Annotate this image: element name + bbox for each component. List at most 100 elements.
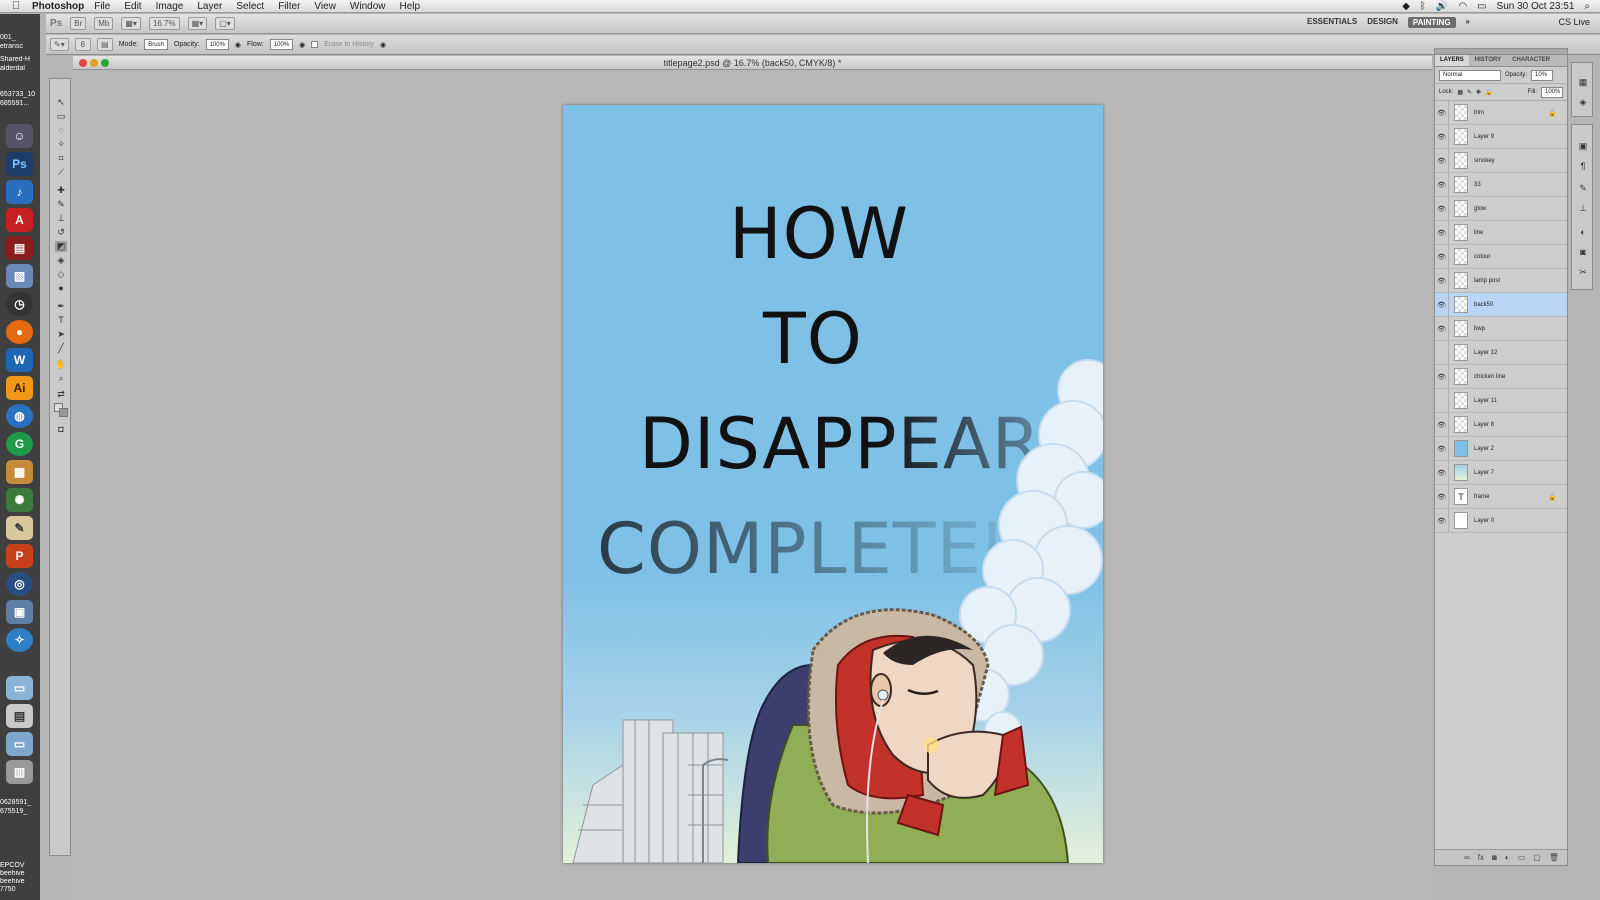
desktop-file-label[interactable]: 685591...: [0, 100, 40, 108]
photoshop-dock-icon[interactable]: Ps: [6, 152, 33, 176]
zoom-level-select[interactable]: 16.7%: [148, 17, 180, 30]
layer-name[interactable]: Layer 12: [1474, 350, 1497, 356]
documents-folder-icon[interactable]: ▭: [6, 732, 33, 756]
desktop-file-label[interactable]: 675519_: [0, 808, 40, 816]
minimize-window-icon[interactable]: [90, 59, 98, 67]
brush-size-picker[interactable]: 6: [74, 38, 91, 51]
desktop-file-label[interactable]: etransc: [0, 43, 40, 51]
menu-file[interactable]: File: [94, 1, 110, 12]
masks-panel-icon[interactable]: ◙: [1577, 247, 1589, 258]
word-icon[interactable]: W: [6, 348, 33, 372]
desktop-file-label[interactable]: 7750: [0, 886, 40, 894]
paragraph-panel-icon[interactable]: ¶: [1577, 161, 1589, 172]
sync-app-icon[interactable]: ◎: [6, 572, 33, 596]
menu-view[interactable]: View: [314, 1, 336, 12]
menu-filter[interactable]: Filter: [278, 1, 300, 12]
layer-row[interactable]: 👁 Layer 7: [1435, 460, 1567, 485]
layer-name[interactable]: trim: [1474, 110, 1484, 116]
workspace-essentials[interactable]: ESSENTIALS: [1307, 17, 1357, 28]
adjustment-layer-icon[interactable]: ◐: [1505, 853, 1510, 862]
link-layers-icon[interactable]: ∞: [1464, 853, 1470, 862]
new-layer-icon[interactable]: ▢: [1533, 853, 1541, 862]
menu-select[interactable]: Select: [236, 1, 264, 12]
layer-row[interactable]: 👁 trim 🔒: [1435, 100, 1567, 125]
layer-row[interactable]: 👁 bwp: [1435, 316, 1567, 341]
swatches-panel-icon[interactable]: ▣: [1577, 141, 1589, 152]
move-tool-icon[interactable]: ↖: [55, 97, 67, 108]
eye-icon[interactable]: 👁: [1435, 436, 1449, 461]
zoom-window-icon[interactable]: [101, 59, 109, 67]
desktop-file-label[interactable]: beehive: [0, 870, 40, 878]
bridge-button[interactable]: Br: [70, 17, 87, 30]
layer-row[interactable]: 👁 smokey: [1435, 148, 1567, 173]
document-title-bar[interactable]: titlepage2.psd @ 16.7% (back50, CMYK/8) …: [73, 56, 1432, 70]
layer-row[interactable]: 👁 line: [1435, 220, 1567, 245]
desktop-file-label[interactable]: 0628591_: [0, 799, 40, 807]
flow-input[interactable]: 100%: [269, 39, 294, 50]
erase-to-history-checkbox[interactable]: [311, 41, 319, 48]
bluetooth-icon[interactable]: ᛒ: [1420, 1, 1426, 12]
color-panel-icon[interactable]: ◈: [1577, 97, 1589, 108]
battery-icon[interactable]: ▭: [1477, 1, 1486, 12]
layer-row[interactable]: 👁 glow: [1435, 196, 1567, 221]
screen-mode-button[interactable]: ▢▾: [215, 17, 235, 30]
spotlight-icon[interactable]: ⌕: [1584, 1, 1590, 12]
layer-row[interactable]: 👁 Layer 9: [1435, 124, 1567, 149]
eye-hidden-icon[interactable]: [1435, 340, 1449, 365]
eye-icon[interactable]: 👁: [1435, 244, 1449, 269]
lock-pixels-icon[interactable]: ✎: [1467, 89, 1472, 96]
layer-name[interactable]: Layer 9: [1474, 134, 1494, 140]
iphoto-icon[interactable]: ▣: [6, 600, 33, 624]
layer-row[interactable]: 👁 chicken line: [1435, 364, 1567, 389]
layer-name[interactable]: lamp post: [1474, 278, 1500, 284]
fill-input[interactable]: 100%: [1541, 86, 1563, 98]
browser-icon[interactable]: ◍: [6, 404, 33, 428]
paint-bucket-tool-icon[interactable]: ◈: [55, 255, 67, 266]
brush-tool-icon[interactable]: ✎: [55, 199, 67, 210]
healing-brush-tool-icon[interactable]: ✚: [55, 185, 67, 196]
desktop-file-label[interactable]: alderdal: [0, 65, 40, 73]
workspace-design[interactable]: DESIGN: [1367, 17, 1398, 28]
layer-row[interactable]: Layer 11: [1435, 388, 1567, 413]
history-brush-tool-icon[interactable]: ↺: [55, 227, 67, 238]
safari-icon[interactable]: ✧: [6, 628, 33, 652]
layer-name[interactable]: 33: [1474, 182, 1481, 188]
applications-folder-icon[interactable]: ▭: [6, 676, 33, 700]
arrange-documents-button[interactable]: ▦▾: [187, 17, 208, 30]
menu-help[interactable]: Help: [400, 1, 421, 12]
opacity-input[interactable]: 100%: [205, 39, 229, 50]
menu-edit[interactable]: Edit: [124, 1, 141, 12]
layer-row[interactable]: 👁 Tframe 🔒: [1435, 484, 1567, 509]
trash-icon[interactable]: ▥: [6, 760, 33, 784]
view-extras-button[interactable]: ▦▾: [121, 17, 141, 30]
layer-name[interactable]: chicken line: [1474, 374, 1505, 380]
layer-row[interactable]: 👁 Layer 0: [1435, 508, 1567, 533]
blur-tool-icon[interactable]: ◇: [55, 269, 67, 280]
layer-name[interactable]: bwp: [1474, 326, 1485, 332]
desktop-file-label[interactable]: 653733_10: [0, 91, 40, 99]
clone-source-icon[interactable]: ⊥: [1577, 203, 1589, 214]
clock-app-icon[interactable]: ◷: [6, 292, 33, 316]
eye-icon[interactable]: 👁: [1435, 220, 1449, 245]
layer-name[interactable]: Layer 7: [1474, 470, 1494, 476]
delete-layer-icon[interactable]: 🗑: [1549, 853, 1559, 862]
green-app-icon[interactable]: G: [6, 432, 33, 456]
crop-tool-icon[interactable]: ⌗: [55, 153, 67, 164]
lock-transparency-icon[interactable]: ▦: [1457, 89, 1463, 96]
layer-name[interactable]: frame: [1474, 494, 1489, 500]
downloads-icon[interactable]: ▤: [6, 704, 33, 728]
zoom-tool-icon[interactable]: ⌕: [55, 373, 67, 384]
layer-row[interactable]: 👁 colour: [1435, 244, 1567, 269]
cs-live-button[interactable]: CS Live: [1558, 17, 1590, 27]
firefox-icon[interactable]: ●: [6, 320, 33, 344]
tab-history[interactable]: HISTORY: [1470, 55, 1506, 66]
tablet-pressure-opacity-icon[interactable]: ◉: [235, 41, 241, 49]
close-window-icon[interactable]: [79, 59, 87, 67]
layer-style-icon[interactable]: fx: [1478, 853, 1484, 862]
minibridge-button[interactable]: Mb: [94, 17, 114, 30]
acrobat-icon[interactable]: A: [6, 208, 33, 232]
brush-presets-icon[interactable]: ✎: [1577, 183, 1589, 194]
photos-icon[interactable]: ▦: [6, 460, 33, 484]
desktop-file-label[interactable]: EPCOV: [0, 862, 40, 870]
chrome-like-icon[interactable]: ✺: [6, 488, 33, 512]
